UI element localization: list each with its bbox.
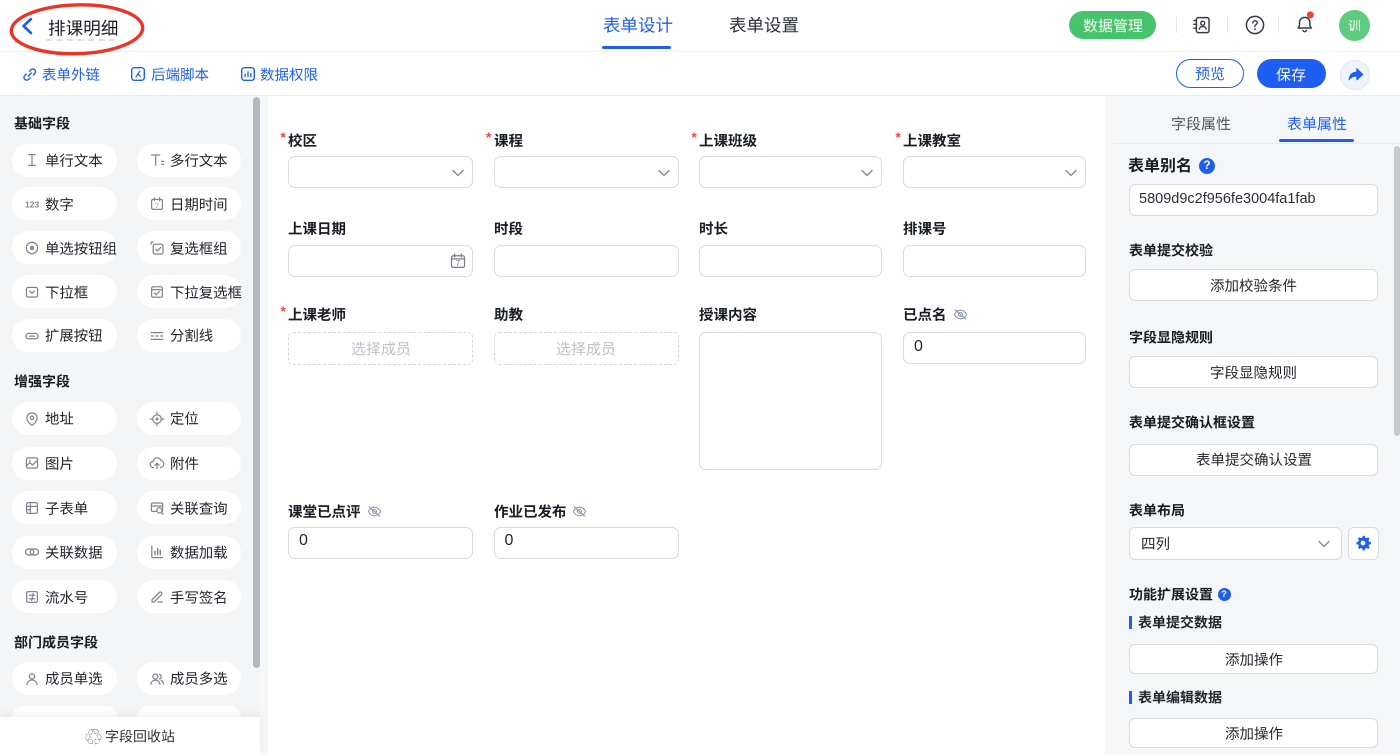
svg-text:123: 123 xyxy=(25,199,39,209)
svg-text:7: 7 xyxy=(155,203,159,210)
svg-text:7: 7 xyxy=(456,259,461,268)
